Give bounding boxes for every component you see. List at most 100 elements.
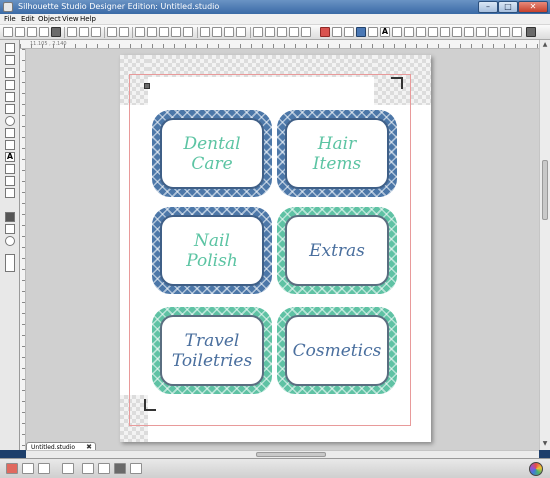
close-icon: ✕ <box>529 2 537 11</box>
delete-icon[interactable] <box>265 27 275 37</box>
group-icon[interactable] <box>82 463 94 474</box>
design-page[interactable]: Dental Care Hair Items Nail Polish Extra… <box>120 55 431 442</box>
weld-icon[interactable] <box>62 463 74 474</box>
text-style-icon[interactable]: A <box>380 27 390 37</box>
cut-settings-icon[interactable] <box>488 27 498 37</box>
redo-icon[interactable] <box>119 27 129 37</box>
label-extras[interactable]: Extras <box>277 207 397 294</box>
scroll-down-icon[interactable]: ▼ <box>541 440 549 448</box>
smooth-freehand-icon[interactable] <box>5 140 15 150</box>
compound-path-icon[interactable] <box>224 27 234 37</box>
print-icon[interactable] <box>39 27 49 37</box>
send-to-silhouette-icon[interactable] <box>526 27 536 37</box>
zoom-out-icon[interactable] <box>147 27 157 37</box>
menu-help[interactable]: Help <box>80 15 96 23</box>
sketch-tool-icon[interactable] <box>5 188 15 198</box>
top-ruler: 11.105 , 2.140 <box>20 40 539 49</box>
trash-icon[interactable] <box>6 463 18 474</box>
release-path-icon[interactable] <box>236 27 246 37</box>
undo-icon[interactable] <box>107 27 117 37</box>
label-text: Cosmetics <box>292 340 382 361</box>
line-style-icon[interactable] <box>344 27 354 37</box>
open-icon[interactable] <box>15 27 25 37</box>
undo-all-icon[interactable] <box>130 463 142 474</box>
zoom-slider-icon[interactable] <box>5 254 15 272</box>
freehand-tool-icon[interactable] <box>5 128 15 138</box>
library-icon[interactable] <box>500 27 510 37</box>
scroll-up-icon[interactable]: ▲ <box>541 41 549 49</box>
fill-gradient-icon[interactable] <box>356 27 366 37</box>
curve-tool-icon[interactable] <box>5 92 15 102</box>
save-icon[interactable] <box>27 27 37 37</box>
store-panel-icon[interactable] <box>5 224 15 234</box>
zoom-select-icon[interactable] <box>159 27 169 37</box>
toolbar-separator <box>104 27 105 38</box>
vertical-scrollbar[interactable]: ▲ ▼ <box>539 40 550 450</box>
edit-points-icon[interactable] <box>5 55 15 65</box>
menu-edit[interactable]: Edit <box>21 15 35 23</box>
send-to-back-icon[interactable] <box>289 27 299 37</box>
knife-tool-icon[interactable] <box>5 176 15 186</box>
grid-icon[interactable] <box>464 27 474 37</box>
silhouette-logo-icon[interactable] <box>529 462 543 476</box>
image-effects-icon[interactable] <box>114 463 126 474</box>
label-inner: Hair Items <box>285 118 389 189</box>
registration-icon[interactable] <box>476 27 486 37</box>
maximize-button[interactable]: □ <box>498 1 518 13</box>
zoom-in-icon[interactable] <box>135 27 145 37</box>
copy-icon[interactable] <box>79 27 89 37</box>
fill-pattern-icon[interactable] <box>368 27 378 37</box>
store-icon[interactable] <box>512 27 522 37</box>
modify-icon[interactable] <box>416 27 426 37</box>
line-color-icon[interactable] <box>332 27 342 37</box>
line-tool-icon[interactable] <box>5 68 15 78</box>
title-bar: Silhouette Studio Designer Edition: Unti… <box>0 0 550 14</box>
scroll-thumb[interactable] <box>542 160 548 220</box>
ungroup-icon[interactable] <box>212 27 222 37</box>
bottom-toolbar <box>0 458 550 478</box>
menu-object[interactable]: Object <box>38 15 61 23</box>
cut-send-icon[interactable] <box>51 27 61 37</box>
align-icon[interactable] <box>392 27 402 37</box>
offset-icon[interactable] <box>428 27 438 37</box>
ungroup-icon[interactable] <box>98 463 110 474</box>
paste-icon[interactable] <box>91 27 101 37</box>
bring-forward-icon[interactable] <box>301 27 311 37</box>
menu-file[interactable]: File <box>4 15 16 23</box>
library-panel-icon[interactable] <box>5 212 15 222</box>
design-canvas[interactable]: Dental Care Hair Items Nail Polish Extra… <box>26 49 539 450</box>
cut-icon[interactable] <box>67 27 77 37</box>
page-setup-icon[interactable] <box>452 27 462 37</box>
label-hair-items[interactable]: Hair Items <box>277 110 397 197</box>
polygon-tool-icon[interactable] <box>5 80 15 90</box>
menu-view[interactable]: View <box>62 15 79 23</box>
ellipse-tool-icon[interactable] <box>5 116 15 126</box>
label-dental-care[interactable]: Dental Care <box>152 110 272 197</box>
bring-to-front-icon[interactable] <box>277 27 287 37</box>
group-icon[interactable] <box>200 27 210 37</box>
fill-color-icon[interactable] <box>320 27 330 37</box>
deselect-icon[interactable] <box>38 463 50 474</box>
text-tool-icon[interactable]: A <box>5 152 15 162</box>
trace-icon[interactable] <box>440 27 450 37</box>
minimize-button[interactable]: – <box>478 1 498 13</box>
horizontal-scrollbar[interactable] <box>26 450 539 458</box>
close-button[interactable]: ✕ <box>518 1 548 13</box>
maximize-icon: □ <box>504 2 512 11</box>
label-travel-toiletries[interactable]: Travel Toiletries <box>152 307 272 394</box>
select-tool-icon[interactable] <box>5 43 15 53</box>
color-panel-icon[interactable] <box>5 236 15 246</box>
select-all-icon[interactable] <box>22 463 34 474</box>
new-document-icon[interactable] <box>3 27 13 37</box>
label-cosmetics[interactable]: Cosmetics <box>277 307 397 394</box>
rectangle-tool-icon[interactable] <box>5 104 15 114</box>
app-icon[interactable] <box>3 2 13 12</box>
fit-page-icon[interactable] <box>183 27 193 37</box>
eraser-tool-icon[interactable] <box>5 164 15 174</box>
duplicate-icon[interactable] <box>253 27 263 37</box>
scroll-thumb[interactable] <box>256 452 326 457</box>
pan-icon[interactable] <box>171 27 181 37</box>
label-nail-polish[interactable]: Nail Polish <box>152 207 272 294</box>
replicate-icon[interactable] <box>404 27 414 37</box>
ruler-ticks <box>22 49 25 450</box>
